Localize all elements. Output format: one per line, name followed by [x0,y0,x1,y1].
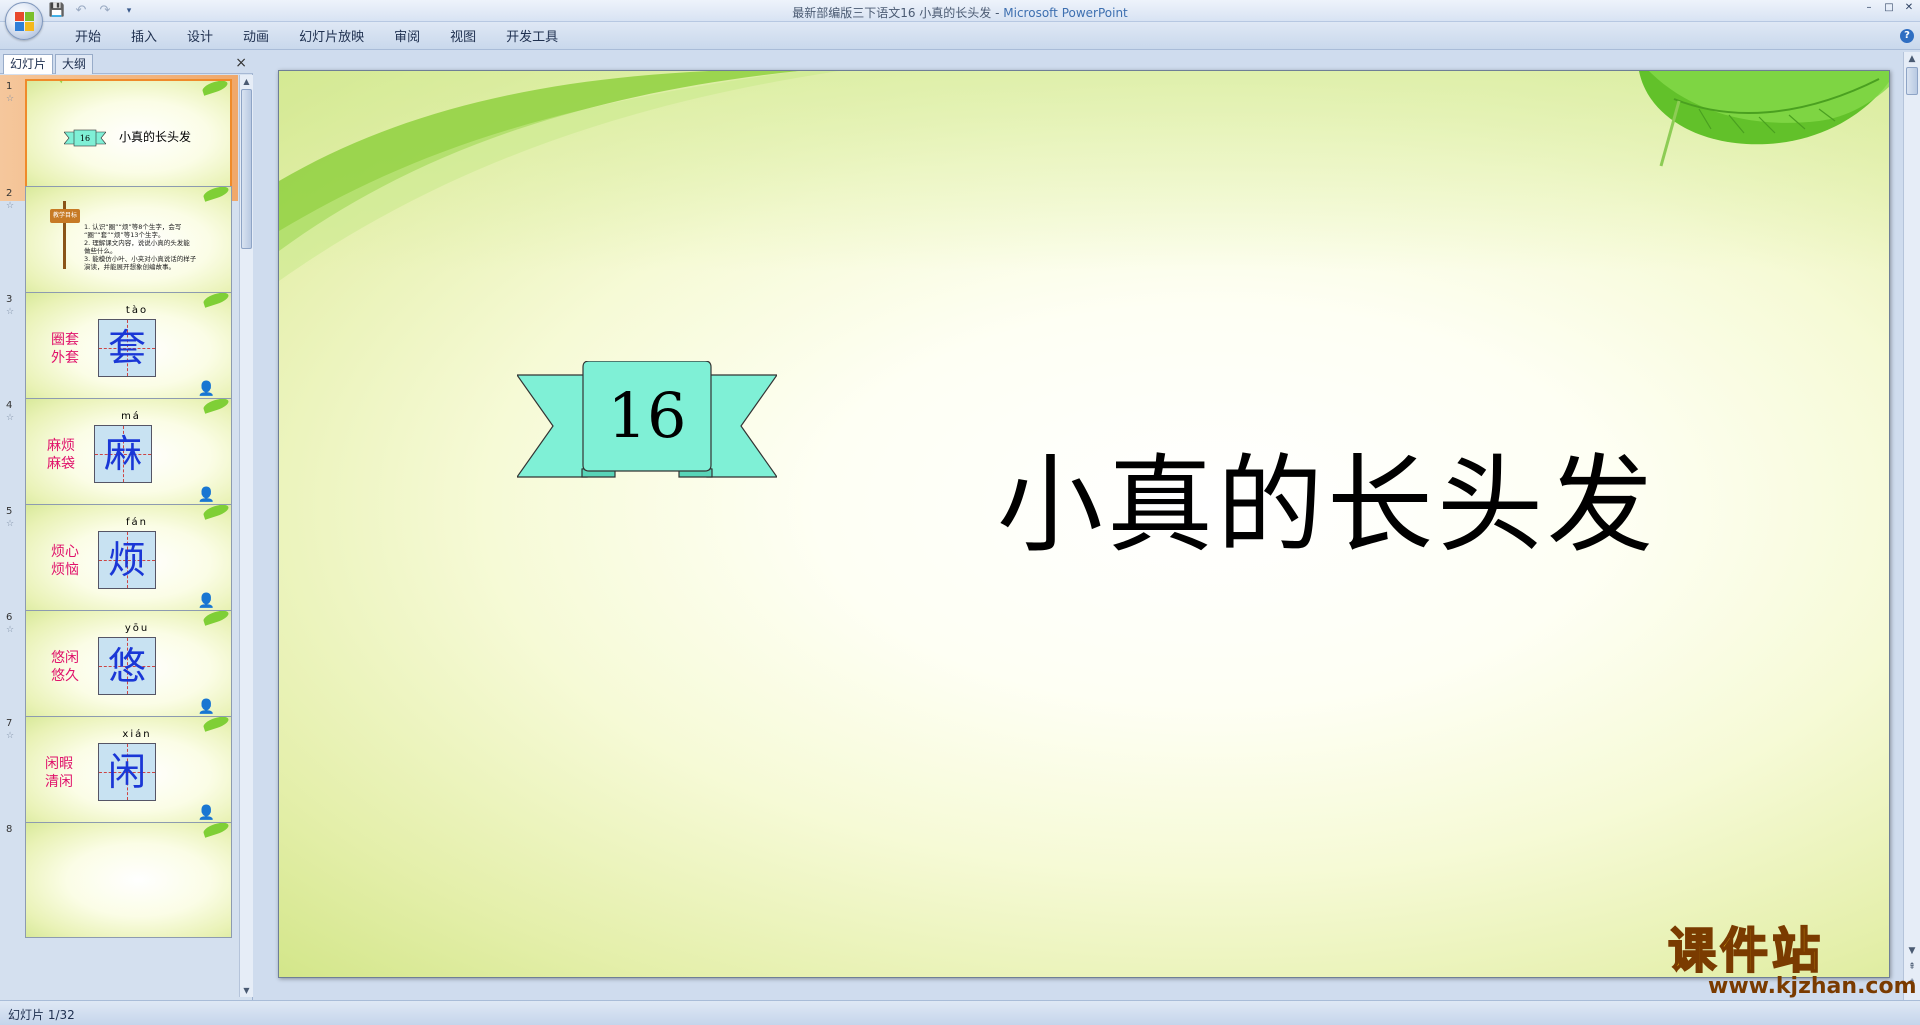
tab-design[interactable]: 设计 [172,29,228,47]
leaf-icon [202,187,230,202]
maximize-button[interactable]: □ [1882,1,1896,15]
watermark-url: www.kjzhan.com [1708,974,1917,999]
word-list: 闲暇 清闲 [45,756,73,790]
document-title: 最新部编版三下语文16 小真的长头发 - [792,6,1004,20]
slide-editor: 16 小真的长头发 ▲ ▼ ⇞ ⇟ [254,52,1920,1000]
slide-number: 6 [6,612,13,623]
slide-number: 1 [6,81,13,92]
number-banner: 16 [517,361,777,478]
tab-outline[interactable]: 大纲 [55,54,94,74]
animation-star-icon: ☆ [6,519,15,529]
character-box: 麻 [94,425,152,483]
leaf-icon [202,717,230,732]
banner-icon: 16 [64,129,106,147]
window-title: 最新部编版三下语文16 小真的长头发 - Microsoft PowerPoin… [0,4,1920,21]
scroll-up-icon[interactable]: ▲ [1904,52,1920,66]
pinyin-label: tào [125,305,149,316]
signpost-label: 教学目标 [50,209,80,223]
thumbnail-image [25,822,232,938]
thumbnail-image: 16 小真的长头发 [25,79,232,195]
tab-review[interactable]: 审阅 [379,29,435,47]
animation-star-icon: ☆ [6,307,15,317]
thumbnail-image: má 麻 麻烦 麻袋 👤 [25,398,232,514]
swoosh-decoration [27,81,67,121]
tab-developer[interactable]: 开发工具 [491,29,573,47]
goals-text: 1. 认识“圈”“烦”等8个生字，会写 “圈”“套”“烦”等13个生字。 2. … [84,223,197,271]
animation-star-icon: ☆ [6,413,15,423]
tab-animations[interactable]: 动画 [228,29,284,47]
slide-thumbnail-8[interactable]: 8 [0,818,238,944]
word-list: 烦心 烦恼 [51,544,79,578]
scroll-up-icon[interactable]: ▲ [240,75,253,88]
leaf-icon [202,399,230,414]
character-box: 套 [98,319,156,377]
word-list: 悠闲 悠久 [51,650,79,684]
pinyin-label: má [121,411,141,422]
slide-canvas[interactable]: 16 小真的长头发 [278,70,1890,978]
slide-number: 5 [6,506,13,517]
leaf-icon [202,823,230,838]
word-list: 麻烦 麻袋 [47,438,75,472]
pane-tabs: 幻灯片 大纲 × [0,52,253,74]
character-box: 闲 [98,743,156,801]
thumbnail-image: xián 闲 闲暇 清闲 👤 [25,716,232,832]
slide-thumbnail-list: 1 ☆ 16 小真的长头发 2 ☆ 教学目标 1. 认识“圈”“烦”等8个生字，… [0,75,238,997]
pane-scrollbar[interactable]: ▲ ▼ [239,75,253,997]
editor-scrollbar[interactable]: ▲ ▼ ⇞ ⇟ [1903,52,1920,1000]
slide-number: 7 [6,718,13,729]
window-controls: – □ ✕ [1862,1,1916,15]
tab-view[interactable]: 视图 [435,29,491,47]
pinyin-label: fán [126,517,148,528]
watermark-text: 课件站 [1667,923,1825,979]
pinyin-label: xián [122,729,152,740]
leaf-icon [1639,71,1889,167]
scroll-thumb[interactable] [241,89,252,249]
title-bar: 💾 ↶ ↷ ▾ 最新部编版三下语文16 小真的长头发 - Microsoft P… [0,0,1920,22]
svg-text:16: 16 [80,134,90,143]
slide-count-status: 幻灯片 1/32 [8,1008,75,1022]
pinyin-label: yōu [124,623,150,634]
tab-slideshow[interactable]: 幻灯片放映 [284,29,379,47]
leaf-icon [202,505,230,520]
animation-star-icon: ☆ [6,625,15,635]
close-button[interactable]: ✕ [1902,1,1916,15]
leaf-icon [201,81,229,96]
tab-home[interactable]: 开始 [60,29,116,47]
leaf-icon [202,293,230,308]
character-box: 烦 [98,531,156,589]
ribbon-tabs: 开始 插入 设计 动画 幻灯片放映 审阅 视图 开发工具 [60,29,573,47]
office-logo-icon [15,12,35,32]
office-button[interactable] [5,2,43,40]
pane-close-icon[interactable]: × [235,55,247,71]
thumbnail-image: yōu 悠 悠闲 悠久 👤 [25,610,232,726]
slide-number: 8 [6,824,13,835]
app-name: Microsoft PowerPoint [1003,6,1128,20]
animation-star-icon: ☆ [6,731,15,741]
slide-number: 2 [6,188,13,199]
watermark-logo: 课件站 www.kjzhan.com [1667,923,1917,1004]
slide-number: 4 [6,400,13,411]
slide-number: 3 [6,294,13,305]
scroll-down-icon[interactable]: ▼ [240,984,253,997]
animation-star-icon: ☆ [6,94,15,104]
animation-star-icon: ☆ [6,201,15,211]
slides-pane: 幻灯片 大纲 × 1 ☆ 16 小真的长头发 2 ☆ 教学目标 1. 认识“圈”… [0,52,253,1000]
thumbnail-image: fán 烦 烦心 烦恼 👤 [25,504,232,620]
minimize-button[interactable]: – [1862,1,1876,15]
help-icon[interactable]: ? [1900,29,1914,43]
ribbon: 开始 插入 设计 动画 幻灯片放映 审阅 视图 开发工具 ? [0,22,1920,50]
tab-slides[interactable]: 幻灯片 [3,54,54,74]
leaf-icon [202,611,230,626]
tab-insert[interactable]: 插入 [116,29,172,47]
status-bar: 幻灯片 1/32 [0,1000,1920,1025]
thumbnail-image: 教学目标 1. 认识“圈”“烦”等8个生字，会写 “圈”“套”“烦”等13个生字… [25,186,232,302]
scroll-thumb[interactable] [1906,67,1918,95]
character-box: 悠 [98,637,156,695]
word-list: 圈套 外套 [51,332,79,366]
slide-title[interactable]: 小真的长头发 [997,419,1657,573]
thumbnail-image: tào 套 圈套 外套 👤 [25,292,232,408]
thumbnail-title: 小真的长头发 [119,130,192,144]
slide-number-badge: 16 [608,379,687,452]
